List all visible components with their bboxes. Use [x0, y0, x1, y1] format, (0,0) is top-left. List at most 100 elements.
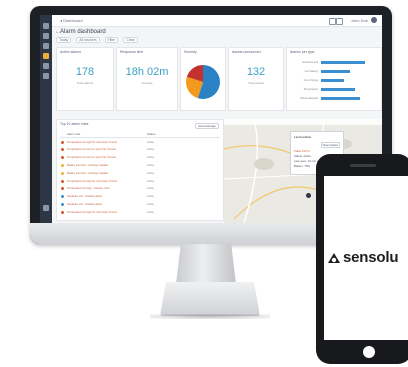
- card-sub: Total alarms: [76, 81, 94, 85]
- map-icon[interactable]: [43, 43, 49, 49]
- popup-line: Status: Active: [294, 154, 311, 158]
- filter-more[interactable]: Filter: [104, 37, 119, 43]
- alarm-status-icon: [61, 179, 64, 183]
- alarm-status-icon: [61, 156, 64, 160]
- filter-date[interactable]: Today: [56, 37, 72, 43]
- status-cell: Active: [147, 179, 155, 183]
- view-tracker-button[interactable]: View tracker: [320, 142, 340, 148]
- type-bar[interactable]: [321, 70, 350, 73]
- status-cell: Active: [147, 210, 155, 214]
- reports-icon[interactable]: [43, 73, 49, 79]
- filter-trackers[interactable]: All trackers: [76, 37, 100, 43]
- type-bar-label: Out of range: [303, 79, 318, 82]
- alarm-site-cell: Battery level low - recharge needed: [67, 163, 108, 167]
- type-bar-label: Shock detected: [300, 97, 318, 100]
- monitor-base: [160, 282, 260, 316]
- type-bar[interactable]: [321, 97, 360, 100]
- column-alarm-site[interactable]: Alarm site: [67, 132, 80, 136]
- card-active-alarms: Active alarms 178 Total alarms: [56, 47, 114, 111]
- table-row[interactable]: Temperature too low for more than 4 hour…: [60, 147, 220, 153]
- type-bar[interactable]: [321, 79, 345, 82]
- table-row[interactable]: Geofence exit - Antwerp depot Active: [60, 201, 220, 207]
- table-row[interactable]: Temperature too high for more than 4 hou…: [60, 178, 220, 184]
- card-title: Active alarms: [60, 50, 82, 54]
- alarm-status-icon: [61, 163, 64, 167]
- card-value: 178: [75, 66, 95, 78]
- card-sub: Total assets: [248, 81, 264, 85]
- popup-title: Last location: [294, 135, 312, 139]
- card-alarms-per-type: Alarms per type Geofence exit Low battery…: [286, 47, 382, 111]
- card-value: 18h 02m: [125, 66, 169, 78]
- breadcrumb[interactable]: ◂ Dashboard: [60, 18, 83, 23]
- type-bar[interactable]: [321, 61, 366, 64]
- phone: sensolu: [316, 154, 408, 364]
- alarm-status-icon: [61, 202, 64, 206]
- card-title: Alarms per type: [290, 50, 315, 54]
- stand-shadow: [150, 314, 270, 319]
- popup-line: Battery: 78%: [294, 164, 311, 168]
- table-row[interactable]: Battery level low - recharge needed Activ…: [60, 170, 220, 176]
- table-row[interactable]: Temperature too high - location: Gent Act…: [60, 186, 220, 192]
- status-cell: Active: [147, 163, 155, 167]
- table-title: Top 10 alarm sites: [60, 122, 89, 126]
- type-bar[interactable]: [321, 88, 355, 91]
- avatar[interactable]: [371, 17, 377, 23]
- alarm-site-cell: Temperature too high - location: Gent: [67, 187, 110, 191]
- card-title: Severity: [184, 50, 197, 54]
- table-row[interactable]: Geofence exit - Antwerp depot Active: [60, 194, 220, 200]
- phone-screen: sensolu: [324, 176, 408, 340]
- alarm-site-cell: Geofence exit - Antwerp depot: [67, 195, 102, 199]
- alarm-status-icon: [61, 195, 64, 199]
- status-cell: Active: [147, 195, 155, 199]
- alarm-status-icon: [61, 148, 64, 152]
- type-bar-row: Shock detected: [290, 96, 378, 101]
- sensolus-logo-icon: [328, 253, 340, 263]
- popup-line: Pallet #1274: [294, 149, 310, 153]
- alarm-table: Top 10 alarm sites Acknowledge Alarm sit…: [56, 119, 224, 221]
- card-sub: Average: [141, 81, 153, 85]
- type-bar-row: Temperature: [290, 87, 378, 92]
- home-button[interactable]: [363, 346, 375, 358]
- status-cell: Active: [147, 140, 155, 144]
- alarm-site-cell: Geofence exit - Antwerp depot: [67, 202, 102, 206]
- menu-icon[interactable]: [43, 23, 49, 29]
- alarm-site-cell: Temperature too low for more than 4 hour…: [67, 156, 117, 160]
- card-title: Response time: [120, 50, 144, 54]
- filter-clear[interactable]: Clear: [123, 37, 138, 43]
- alarm-status-icon: [61, 210, 64, 214]
- alarm-icon[interactable]: [43, 53, 49, 59]
- alarm-site-cell: Temperature too high for more than 4 hou…: [67, 179, 118, 183]
- alarm-site-cell: Temperature too low for more than 4 hour…: [67, 148, 117, 152]
- card-severity: Severity: [180, 47, 226, 111]
- type-bar-label: Temperature: [303, 88, 318, 91]
- status-cell: Active: [147, 171, 155, 175]
- map-marker-icon[interactable]: [306, 193, 311, 198]
- home-icon[interactable]: [43, 33, 49, 39]
- type-bar-row: Geofence exit: [290, 60, 378, 65]
- table-row[interactable]: Battery level low - recharge needed Activ…: [60, 162, 220, 168]
- card-assets: Assets unresolved 132 Total assets: [228, 47, 284, 111]
- type-bar-label: Geofence exit: [301, 61, 318, 64]
- table-row[interactable]: Temperature too high for more than 4 hou…: [60, 209, 220, 215]
- top-bar: ◂ Dashboard John Doe: [52, 15, 382, 27]
- filter-bar: Today All trackers Filter Clear: [56, 37, 142, 43]
- app-sidebar: [40, 15, 52, 223]
- card-response-time: Response time 18h 02m Average: [116, 47, 178, 111]
- status-cell: Active: [147, 187, 155, 191]
- user-name[interactable]: John Doe: [351, 18, 368, 23]
- alarm-site-cell: Temperature too high for more than 4 hou…: [67, 210, 118, 214]
- column-status[interactable]: Status: [147, 132, 156, 136]
- card-value: 132: [246, 66, 266, 78]
- table-row[interactable]: Temperature too low for more than 4 hour…: [60, 155, 220, 161]
- type-bar-row: Low battery: [290, 69, 378, 74]
- alarm-status-icon: [61, 187, 64, 191]
- search-icon[interactable]: [329, 18, 336, 25]
- type-bar-label: Low battery: [304, 70, 318, 73]
- assets-icon[interactable]: [43, 63, 49, 69]
- table-row[interactable]: Temperature too high for more than 4 hou…: [60, 139, 220, 145]
- brand-wordmark: sensolu: [343, 249, 399, 266]
- card-title: Assets unresolved: [232, 50, 261, 54]
- settings-icon[interactable]: [43, 205, 49, 211]
- acknowledge-button[interactable]: Acknowledge: [195, 123, 219, 129]
- notification-icon[interactable]: [336, 18, 343, 25]
